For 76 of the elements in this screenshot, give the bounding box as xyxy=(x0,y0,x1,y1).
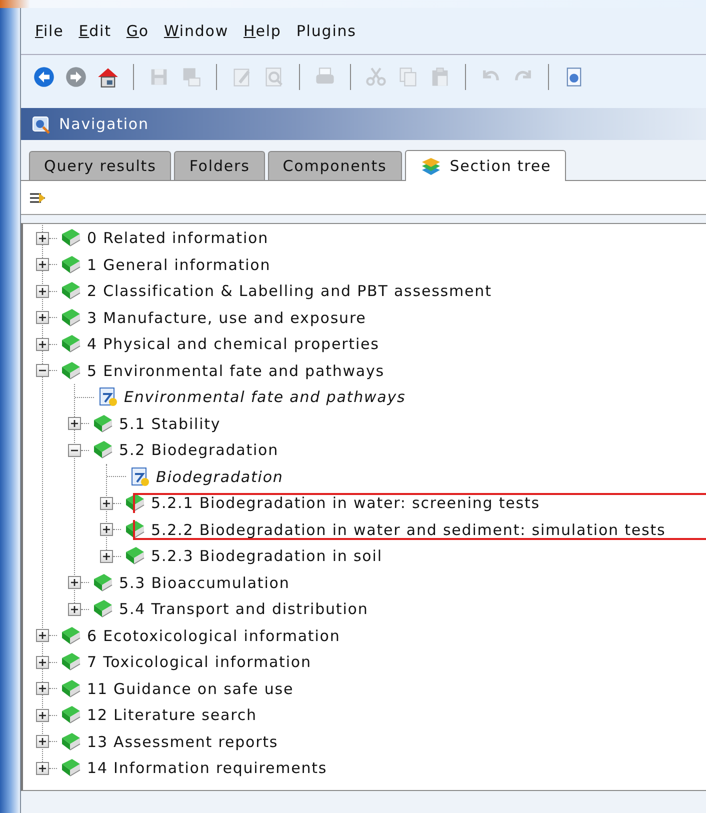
tree-item[interactable]: Biodegradation xyxy=(156,468,284,486)
house-icon[interactable] xyxy=(97,66,119,88)
book-icon xyxy=(60,758,82,778)
expand-icon[interactable] xyxy=(36,258,49,272)
book-icon xyxy=(92,440,114,460)
tree-item[interactable]: 5.3 Bioaccumulation xyxy=(119,574,290,592)
expand-icon[interactable] xyxy=(68,576,81,590)
tree-item[interactable]: 7 Toxicological information xyxy=(87,653,312,672)
expand-icon[interactable] xyxy=(36,232,49,245)
book-icon xyxy=(92,572,114,593)
expand-icon[interactable] xyxy=(36,708,49,722)
document-icon xyxy=(97,387,119,408)
expand-icon[interactable] xyxy=(68,417,81,430)
menu-item[interactable]: Edit xyxy=(78,22,124,40)
tree-item[interactable]: 14 Information requirements xyxy=(87,759,328,778)
book-icon xyxy=(60,228,82,248)
book-icon xyxy=(60,732,82,752)
tree-item[interactable]: 1 General information xyxy=(87,256,271,274)
expand-icon[interactable] xyxy=(68,602,81,616)
back-icon[interactable] xyxy=(33,66,55,88)
book-icon xyxy=(60,678,82,699)
menu-item[interactable]: Window xyxy=(164,22,242,40)
expand-icon[interactable] xyxy=(100,496,113,510)
tree-item[interactable]: 3 Manufacture, use and exposure xyxy=(87,308,366,327)
book-icon xyxy=(60,705,82,726)
tree-item[interactable]: 12 Literature search xyxy=(87,706,257,724)
tab[interactable]: Components xyxy=(268,151,402,180)
book-icon xyxy=(92,599,114,620)
collapse-icon[interactable] xyxy=(36,364,49,378)
tree-item[interactable]: 5.4 Transport and distribution xyxy=(119,600,368,618)
expand-icon[interactable] xyxy=(36,338,49,351)
expand-icon[interactable] xyxy=(36,311,49,324)
book-icon xyxy=(124,520,146,540)
expand-icon[interactable] xyxy=(36,735,49,748)
tree-item[interactable]: 5.2.3 Biodegradation in soil xyxy=(151,547,382,566)
book-icon xyxy=(60,281,82,302)
menu-item[interactable]: File xyxy=(35,22,77,40)
expand-icon[interactable] xyxy=(36,284,49,298)
book-icon xyxy=(124,493,146,514)
book-icon xyxy=(124,546,146,566)
book-icon xyxy=(60,652,82,672)
book-icon xyxy=(60,626,82,646)
tree-item[interactable]: 4 Physical and chemical properties xyxy=(87,335,380,354)
tab[interactable]: Query results xyxy=(29,151,172,180)
book-icon xyxy=(60,334,82,354)
expand-icon[interactable] xyxy=(36,629,49,642)
tree-item[interactable]: 5 Environmental fate and pathways xyxy=(87,362,385,380)
tab[interactable]: Folders xyxy=(174,151,265,180)
collapse-icon[interactable] xyxy=(68,444,81,457)
tab[interactable]: Section tree xyxy=(404,150,566,181)
expand-icon[interactable] xyxy=(100,550,113,563)
tree-item[interactable]: 11 Guidance on safe use xyxy=(87,680,294,698)
tree-item[interactable]: 13 Assessment reports xyxy=(87,732,278,751)
panel-title: Navigation xyxy=(59,115,149,133)
navigation-icon xyxy=(31,114,51,134)
book-icon xyxy=(60,360,82,381)
tree-item[interactable]: 0 Related information xyxy=(87,229,269,248)
tree-item[interactable]: 5.2.1 Biodegradation in water: screening tests xyxy=(151,494,540,512)
tree-item[interactable]: 6 Ecotoxicological information xyxy=(87,626,340,645)
book-icon xyxy=(60,254,82,275)
book-icon xyxy=(92,414,114,434)
menu-item[interactable]: Go xyxy=(126,22,162,40)
expand-icon[interactable] xyxy=(36,762,49,775)
menu-item[interactable]: Help xyxy=(244,22,294,40)
expand-icon[interactable] xyxy=(100,523,113,536)
tree-item[interactable]: 5.2 Biodegradation xyxy=(119,441,279,460)
tree-item[interactable]: 2 Classification & Labelling and PBT assessment xyxy=(87,282,492,300)
tree-item[interactable]: 5.2.2 Biodegradation in water and sediment: simulation tests xyxy=(151,520,666,539)
expand-icon[interactable] xyxy=(36,656,49,669)
document-icon xyxy=(129,466,151,487)
tree-item[interactable]: 5.1 Stability xyxy=(119,414,221,433)
menu-item[interactable]: Plugins xyxy=(296,22,370,40)
tree-item[interactable]: Environmental fate and pathways xyxy=(124,388,406,406)
book-icon xyxy=(60,308,82,328)
expand-icon[interactable] xyxy=(36,682,49,696)
forward-icon[interactable] xyxy=(65,66,87,88)
